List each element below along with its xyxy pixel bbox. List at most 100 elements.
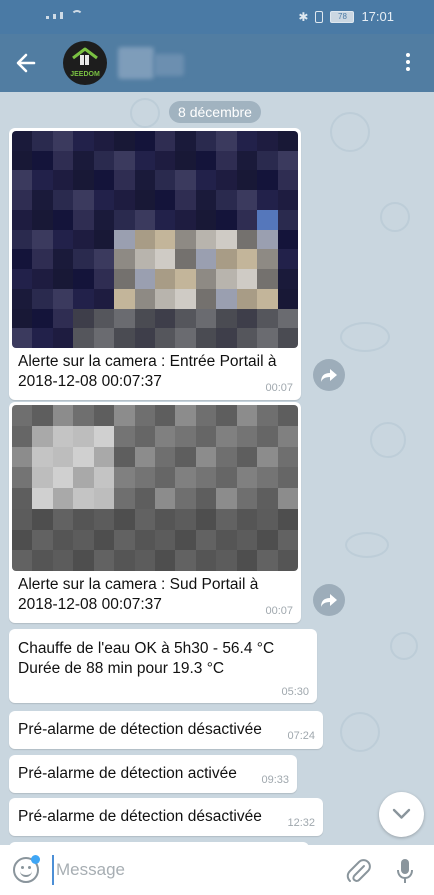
photo-pixel <box>114 508 135 530</box>
photo-pixel <box>73 288 94 309</box>
chat-area[interactable]: 8 décembre Alerte sur la camera : Entrée… <box>0 92 434 845</box>
emoji-icon <box>21 866 24 869</box>
photo-pixel <box>32 425 53 447</box>
message-time: 05:30 <box>281 686 309 698</box>
photo-pixel <box>236 550 258 571</box>
photo-pixel <box>73 446 94 468</box>
photo-pixel <box>195 529 217 551</box>
photo-pixel <box>216 308 237 329</box>
house-logo-icon <box>72 47 98 65</box>
message-text: Pré-alarme de détection désactivée <box>18 808 262 825</box>
more-vertical-icon <box>406 53 410 57</box>
photo-pixel <box>277 328 298 348</box>
photo-pixel <box>175 131 196 151</box>
photo-pixel <box>12 488 33 509</box>
photo-pixel <box>114 550 135 571</box>
photo-pixel <box>175 488 196 509</box>
scroll-down-button[interactable] <box>379 792 424 837</box>
back-button[interactable] <box>14 48 40 78</box>
microphone-button[interactable] <box>395 856 415 886</box>
photo-pixel <box>195 405 217 426</box>
photo-pixel <box>52 249 74 270</box>
message-time: 07:24 <box>287 730 315 742</box>
message-text: Pré-alarme de détection désactivée <box>18 721 262 738</box>
message-input[interactable] <box>52 855 332 885</box>
photo-pixel <box>236 288 258 309</box>
photo-pixel <box>52 288 74 309</box>
photo-pixel <box>134 269 155 289</box>
emoji-button[interactable] <box>13 855 40 883</box>
message-bubble[interactable]: Alerte sur la camera : Sud Portail à 201… <box>9 402 301 623</box>
photo-pixel <box>155 269 176 289</box>
photo-pixel <box>216 249 237 270</box>
signal-bar <box>60 12 63 19</box>
photo-pixel <box>155 328 176 348</box>
photo-pixel <box>277 150 298 171</box>
photo-pixel <box>236 488 258 509</box>
message-bubble[interactable]: Alerte sur la camera : Entrée Portail à … <box>9 128 301 400</box>
photo-pixel <box>134 446 155 468</box>
photo-pixel <box>93 170 115 191</box>
photo-pixel <box>73 508 94 530</box>
background-doodle <box>345 532 389 558</box>
message-bubble[interactable]: Pré-alarme de détection désactivée 07:24 <box>9 711 323 749</box>
photo-pixel <box>155 170 176 191</box>
message-bubble[interactable]: Chauffe de l'eau OK à 5h30 - 56.4 °C Dur… <box>9 629 317 703</box>
photo-pixel <box>175 288 196 309</box>
emoji-eye <box>28 866 31 869</box>
photo-pixel <box>12 131 33 151</box>
photo-pixel <box>155 209 176 230</box>
photo-pixel <box>236 269 258 289</box>
photo-pixel <box>32 405 53 426</box>
photo-pixel <box>73 229 94 250</box>
photo-pixel <box>236 229 258 250</box>
photo-pixel <box>93 425 115 447</box>
photo-pixel <box>175 405 196 426</box>
photo-pixel <box>277 170 298 191</box>
message-bubble[interactable]: Pré-alarme de détection activée 09:33 <box>9 755 297 793</box>
status-left <box>46 10 83 19</box>
photo-pixel <box>52 425 74 447</box>
photo-pixel <box>52 529 74 551</box>
clock: 17:01 <box>361 9 394 24</box>
photo-pixel <box>52 170 74 191</box>
photo-pixel <box>52 467 74 488</box>
photo-pixel <box>114 131 135 151</box>
avatar[interactable]: JEEDOM <box>63 41 107 85</box>
photo-pixel <box>73 328 94 348</box>
chat-title-blurred[interactable] <box>118 47 154 79</box>
photo-pixel <box>195 249 217 270</box>
photo-pixel <box>236 446 258 468</box>
photo-pixel <box>277 550 298 571</box>
photo-pixel <box>257 405 278 426</box>
attach-button[interactable] <box>345 857 371 885</box>
photo-pixel <box>134 467 155 488</box>
photo-pixel <box>155 405 176 426</box>
photo-pixel <box>32 131 53 151</box>
menu-button[interactable] <box>398 50 418 76</box>
photo-pixel <box>257 249 278 270</box>
photo-pixel <box>32 467 53 488</box>
photo-pixel <box>195 150 217 171</box>
share-button[interactable] <box>313 584 345 616</box>
chat-title-blurred[interactable] <box>154 54 184 76</box>
photo-pixel <box>114 488 135 509</box>
photo-pixel <box>236 150 258 171</box>
photo-pixel <box>32 249 53 270</box>
photo-pixel <box>257 508 278 530</box>
photo-pixel <box>114 150 135 171</box>
photo-pixel <box>52 209 74 230</box>
photo-pixel <box>12 150 33 171</box>
photo-pixel <box>93 550 115 571</box>
message-bubble[interactable]: Pré-alarme de détection désactivée 12:32 <box>9 798 323 836</box>
signal-icon <box>46 16 49 19</box>
camera-alert-photo[interactable] <box>12 405 298 571</box>
message-time: 00:07 <box>265 382 293 394</box>
photo-pixel <box>32 508 53 530</box>
photo-pixel <box>93 405 115 426</box>
photo-pixel <box>134 308 155 329</box>
photo-pixel <box>257 529 278 551</box>
share-button[interactable] <box>313 359 345 391</box>
camera-alert-photo[interactable] <box>12 131 298 348</box>
message-input-bar <box>0 845 434 895</box>
